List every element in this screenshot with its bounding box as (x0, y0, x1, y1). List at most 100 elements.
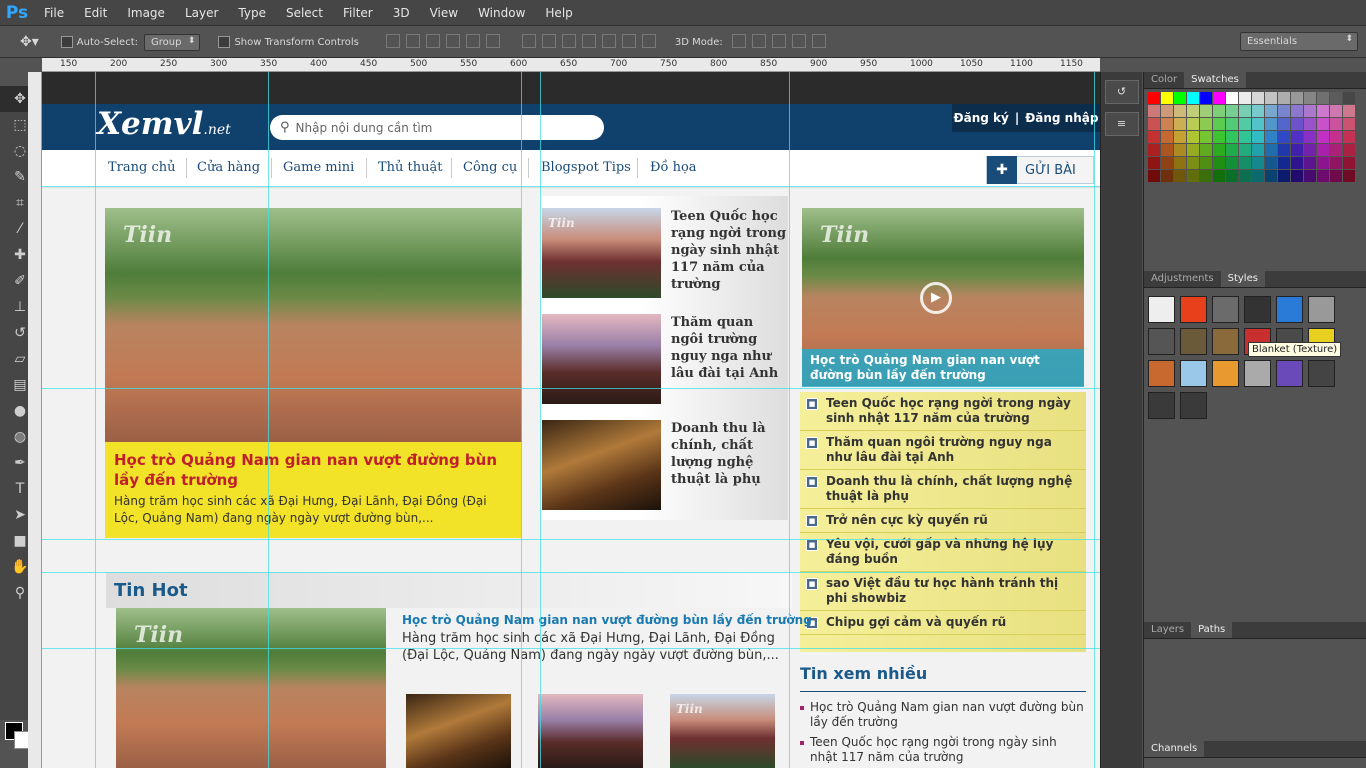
color-swatch[interactable] (1200, 157, 1212, 169)
color-swatch[interactable] (1174, 170, 1186, 182)
color-swatch[interactable] (1161, 118, 1173, 130)
color-swatch[interactable] (1265, 170, 1277, 182)
menu-image[interactable]: Image (117, 0, 175, 26)
color-swatch[interactable] (1213, 144, 1225, 156)
color-swatch[interactable] (1187, 157, 1199, 169)
featured-title[interactable]: Học trò Quảng Nam gian nan vượt đường bù… (114, 450, 513, 490)
color-swatch[interactable] (1148, 170, 1160, 182)
color-swatch[interactable] (1213, 157, 1225, 169)
color-swatch[interactable] (1304, 131, 1316, 143)
color-swatch[interactable] (1304, 157, 1316, 169)
list-item[interactable]: ■ Trở nên cực kỳ quyến rũ (800, 509, 1086, 533)
color-swatch[interactable] (1278, 92, 1290, 104)
color-swatch[interactable] (1252, 144, 1264, 156)
color-swatch[interactable] (1343, 144, 1355, 156)
color-swatch[interactable] (1174, 131, 1186, 143)
guide-line[interactable] (540, 72, 541, 768)
color-swatch[interactable] (1148, 118, 1160, 130)
color-swatch[interactable] (1330, 118, 1342, 130)
menu-window[interactable]: Window (468, 0, 535, 26)
color-swatch[interactable] (1278, 118, 1290, 130)
color-swatch[interactable] (1265, 118, 1277, 130)
3d-mode-icons[interactable] (729, 33, 829, 51)
color-swatch[interactable] (1213, 92, 1225, 104)
news-thumbnail[interactable] (406, 694, 511, 768)
distribute-icons[interactable] (519, 33, 659, 51)
news-title[interactable]: Teen Quốc học rạng ngời trong ngày sinh … (671, 208, 789, 293)
tab-adjustments[interactable]: Adjustments (1144, 271, 1221, 287)
color-swatch[interactable] (1148, 105, 1160, 117)
color-swatch[interactable] (1278, 131, 1290, 143)
news-thumbnail[interactable] (538, 694, 643, 768)
menu-layer[interactable]: Layer (175, 0, 228, 26)
color-swatch[interactable] (1343, 105, 1355, 117)
color-swatch[interactable] (1330, 157, 1342, 169)
color-swatch[interactable] (1343, 170, 1355, 182)
style-preset[interactable] (1276, 296, 1303, 323)
color-swatch[interactable] (1330, 105, 1342, 117)
color-swatch[interactable] (1291, 118, 1303, 130)
color-swatch[interactable] (1291, 92, 1303, 104)
color-swatch[interactable] (1317, 105, 1329, 117)
color-swatch[interactable] (1330, 92, 1342, 104)
color-swatch[interactable] (1187, 170, 1199, 182)
site-search-input[interactable]: ⚲ Nhập nội dung cần tìm (270, 115, 604, 140)
video-caption[interactable]: Học trò Quảng Nam gian nan vượt đường bù… (802, 349, 1084, 387)
styles-grid[interactable] (1144, 288, 1366, 427)
nav-home[interactable]: Trang chủ (108, 160, 176, 175)
workspace-dropdown[interactable]: Essentials (1240, 32, 1358, 51)
tab-paths[interactable]: Paths (1191, 622, 1233, 638)
document-canvas[interactable]: Xemvl.net ⚲ Nhập nội dung cần tìm Đăng ký… (42, 72, 1100, 768)
register-link[interactable]: Đăng ký (954, 111, 1009, 125)
properties-icon[interactable]: ≡ (1104, 112, 1139, 136)
color-swatch[interactable] (1304, 92, 1316, 104)
tab-color[interactable]: Color (1144, 72, 1184, 88)
color-swatch[interactable] (1265, 157, 1277, 169)
color-swatch[interactable] (1148, 131, 1160, 143)
guide-line[interactable] (521, 72, 522, 768)
color-swatch[interactable] (1148, 144, 1160, 156)
color-swatch[interactable] (1304, 118, 1316, 130)
guide-line[interactable] (42, 388, 1100, 389)
color-swatch[interactable] (1187, 105, 1199, 117)
news-thumbnail[interactable] (542, 314, 661, 404)
color-swatch[interactable] (1343, 131, 1355, 143)
color-swatch[interactable] (1317, 118, 1329, 130)
color-swatch[interactable] (1161, 92, 1173, 104)
tab-styles[interactable]: Styles (1220, 271, 1265, 287)
menu-type[interactable]: Type (228, 0, 276, 26)
color-swatch[interactable] (1278, 144, 1290, 156)
color-swatch[interactable] (1226, 105, 1238, 117)
color-swatch[interactable] (1304, 105, 1316, 117)
color-swatch[interactable] (1343, 157, 1355, 169)
color-swatch[interactable] (1317, 144, 1329, 156)
color-swatch[interactable] (1174, 144, 1186, 156)
color-swatch[interactable] (1291, 157, 1303, 169)
style-preset[interactable] (1276, 360, 1303, 387)
color-swatch[interactable] (1317, 131, 1329, 143)
menu-filter[interactable]: Filter (333, 0, 383, 26)
color-swatch[interactable] (1330, 131, 1342, 143)
color-swatch[interactable] (1239, 170, 1251, 182)
color-swatch[interactable] (1239, 105, 1251, 117)
nav-game-mini[interactable]: Game mini (283, 160, 354, 175)
list-item[interactable]: ■ sao Việt đầu tư học hành tránh thị phi … (800, 572, 1086, 611)
guide-line[interactable] (95, 72, 96, 768)
style-preset[interactable] (1148, 328, 1175, 355)
style-preset[interactable] (1180, 296, 1207, 323)
history-icon[interactable]: ↺ (1104, 80, 1139, 104)
color-swatch[interactable] (1265, 92, 1277, 104)
style-preset[interactable] (1148, 360, 1175, 387)
color-swatch[interactable] (1265, 105, 1277, 117)
news-title[interactable]: Thăm quan ngôi trường nguy nga như lâu đ… (671, 314, 789, 382)
list-item[interactable]: ■ Thăm quan ngôi trường nguy nga như lâu … (800, 431, 1086, 470)
color-swatch[interactable] (1200, 105, 1212, 117)
move-tool-icon[interactable]: ✥▾ (20, 34, 39, 50)
list-item[interactable]: Teen Quốc học rạng ngời trong ngày sinh … (800, 735, 1086, 765)
color-swatch[interactable] (1161, 144, 1173, 156)
color-swatch[interactable] (1187, 131, 1199, 143)
color-swatch[interactable] (1252, 92, 1264, 104)
list-item[interactable]: ■ Chipu gợi cảm và quyến rũ (800, 611, 1086, 635)
transform-controls-checkbox[interactable]: Show Transform Controls (218, 36, 359, 48)
menu-help[interactable]: Help (535, 0, 582, 26)
